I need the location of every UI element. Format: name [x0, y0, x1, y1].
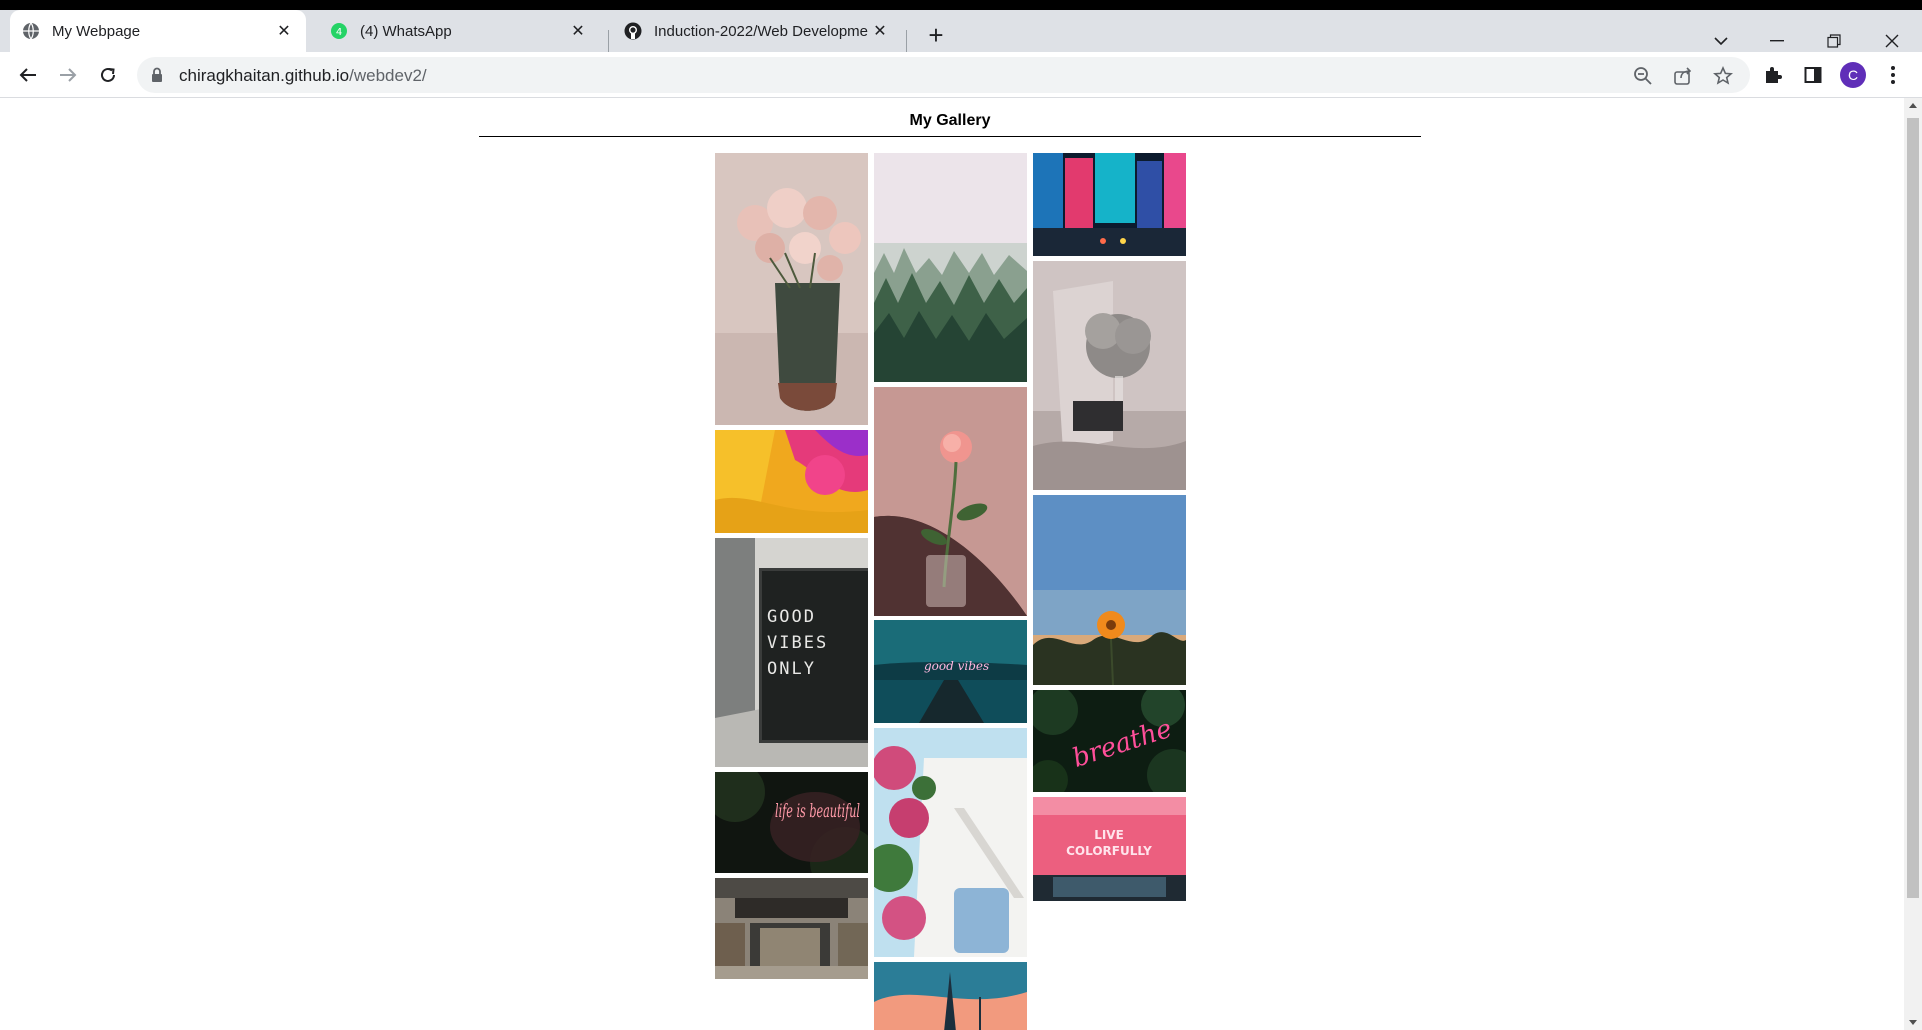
sign-text: ONLY — [767, 659, 816, 679]
tab-github[interactable]: Induction-2022/Web Developme ✕ — [612, 10, 902, 52]
url-text: chiragkhaitan.github.io/webdev2/ — [179, 66, 427, 86]
tab-strip: My Webpage ✕ 4 (4) WhatsApp ✕ Induction-… — [0, 10, 1922, 52]
neon-text: COLORFULLY — [1066, 844, 1152, 858]
restore-icon — [1827, 34, 1841, 48]
tab-title: (4) WhatsApp — [360, 22, 452, 40]
globe-icon — [22, 22, 40, 40]
new-tab-button[interactable]: + — [922, 22, 950, 50]
gallery-image-life-is-beautiful-neon[interactable]: life is beautiful — [715, 772, 868, 873]
neon-text: LIVE — [1094, 828, 1124, 842]
gallery-image-misty-forest[interactable] — [874, 153, 1027, 382]
title-divider — [479, 136, 1421, 137]
scrollbar-thumb[interactable] — [1907, 118, 1919, 898]
gallery-image-tower-sunset[interactable] — [874, 962, 1027, 1030]
gallery-image-dried-flowers-bedroom[interactable] — [1033, 261, 1186, 490]
close-tab-icon[interactable]: ✕ — [274, 21, 294, 41]
gallery-image-pier-sunset[interactable]: good vibes — [874, 620, 1027, 723]
gallery-image-storefront[interactable] — [715, 878, 868, 979]
lock-icon[interactable] — [151, 67, 163, 88]
back-button[interactable] — [12, 59, 44, 91]
sign-text: VIBES — [767, 633, 828, 653]
zoom-icon[interactable] — [1632, 65, 1654, 87]
minimize-icon — [1770, 40, 1784, 42]
page-title: My Gallery — [909, 112, 991, 129]
window-top-bar — [0, 0, 1922, 10]
extensions-button[interactable] — [1759, 61, 1787, 89]
tab-whatsapp[interactable]: 4 (4) WhatsApp ✕ — [318, 10, 600, 52]
side-panel-button[interactable] — [1799, 61, 1827, 89]
url-path: /webdev2/ — [349, 66, 427, 85]
tab-separator — [906, 30, 907, 52]
gallery-image-single-rose[interactable] — [874, 387, 1027, 616]
gallery-image-city-night[interactable] — [1033, 153, 1186, 256]
profile-button[interactable]: C — [1839, 61, 1867, 89]
sign-text: GOOD — [767, 607, 816, 627]
close-tab-icon[interactable]: ✕ — [568, 21, 588, 41]
tab-title: Induction-2022/Web Developme — [654, 22, 869, 40]
bookmark-star-icon[interactable] — [1712, 65, 1734, 87]
github-icon — [624, 22, 642, 40]
gallery-image-good-vibes-only-sign[interactable]: GOOD VIBES ONLY — [715, 538, 868, 767]
gallery-image-breathe-neon[interactable]: breathe — [1033, 690, 1186, 792]
reload-button[interactable] — [92, 59, 124, 91]
neon-text: good vibes — [924, 659, 989, 673]
forward-button[interactable] — [52, 59, 84, 91]
menu-button[interactable] — [1879, 61, 1907, 89]
whatsapp-icon: 4 — [330, 22, 348, 40]
gallery-image-live-colorfully-neon[interactable]: LIVE COLORFULLY — [1033, 797, 1186, 901]
kebab-menu-icon — [1891, 66, 1895, 84]
avatar: C — [1840, 62, 1866, 88]
back-arrow-icon — [19, 68, 36, 82]
tab-my-webpage[interactable]: My Webpage ✕ — [10, 10, 306, 52]
tab-separator — [608, 30, 609, 52]
reload-icon — [101, 67, 115, 82]
share-icon[interactable] — [1672, 65, 1694, 87]
close-tab-icon[interactable]: ✕ — [870, 21, 890, 41]
neon-text: life is beautiful — [775, 800, 860, 822]
scroll-down-arrow-icon[interactable] — [1909, 1020, 1917, 1025]
page-content: My Gallery GOOD VIBES ONLY life is beaut… — [0, 98, 1904, 1030]
close-icon — [1885, 34, 1899, 48]
gallery-image-orange-flower-sky[interactable] — [1033, 495, 1186, 685]
gallery-image-abstract-paint[interactable] — [715, 430, 868, 533]
svg-text:4: 4 — [336, 27, 342, 38]
side-panel-icon — [1804, 67, 1822, 83]
tab-title: My Webpage — [52, 22, 141, 40]
browser-toolbar: chiragkhaitan.github.io/webdev2/ C — [0, 52, 1922, 98]
url-host: chiragkhaitan.github.io — [179, 66, 350, 85]
address-bar[interactable]: chiragkhaitan.github.io/webdev2/ — [137, 57, 1750, 93]
gallery-image-roses-in-vase[interactable] — [715, 153, 868, 425]
puzzle-icon — [1766, 67, 1782, 83]
gallery-image-white-stairs-bougainvillea[interactable] — [874, 728, 1027, 957]
vertical-scrollbar[interactable] — [1904, 98, 1922, 1030]
scroll-up-arrow-icon[interactable] — [1909, 103, 1917, 108]
chevron-down-icon — [1714, 37, 1728, 46]
forward-arrow-icon — [60, 68, 77, 82]
